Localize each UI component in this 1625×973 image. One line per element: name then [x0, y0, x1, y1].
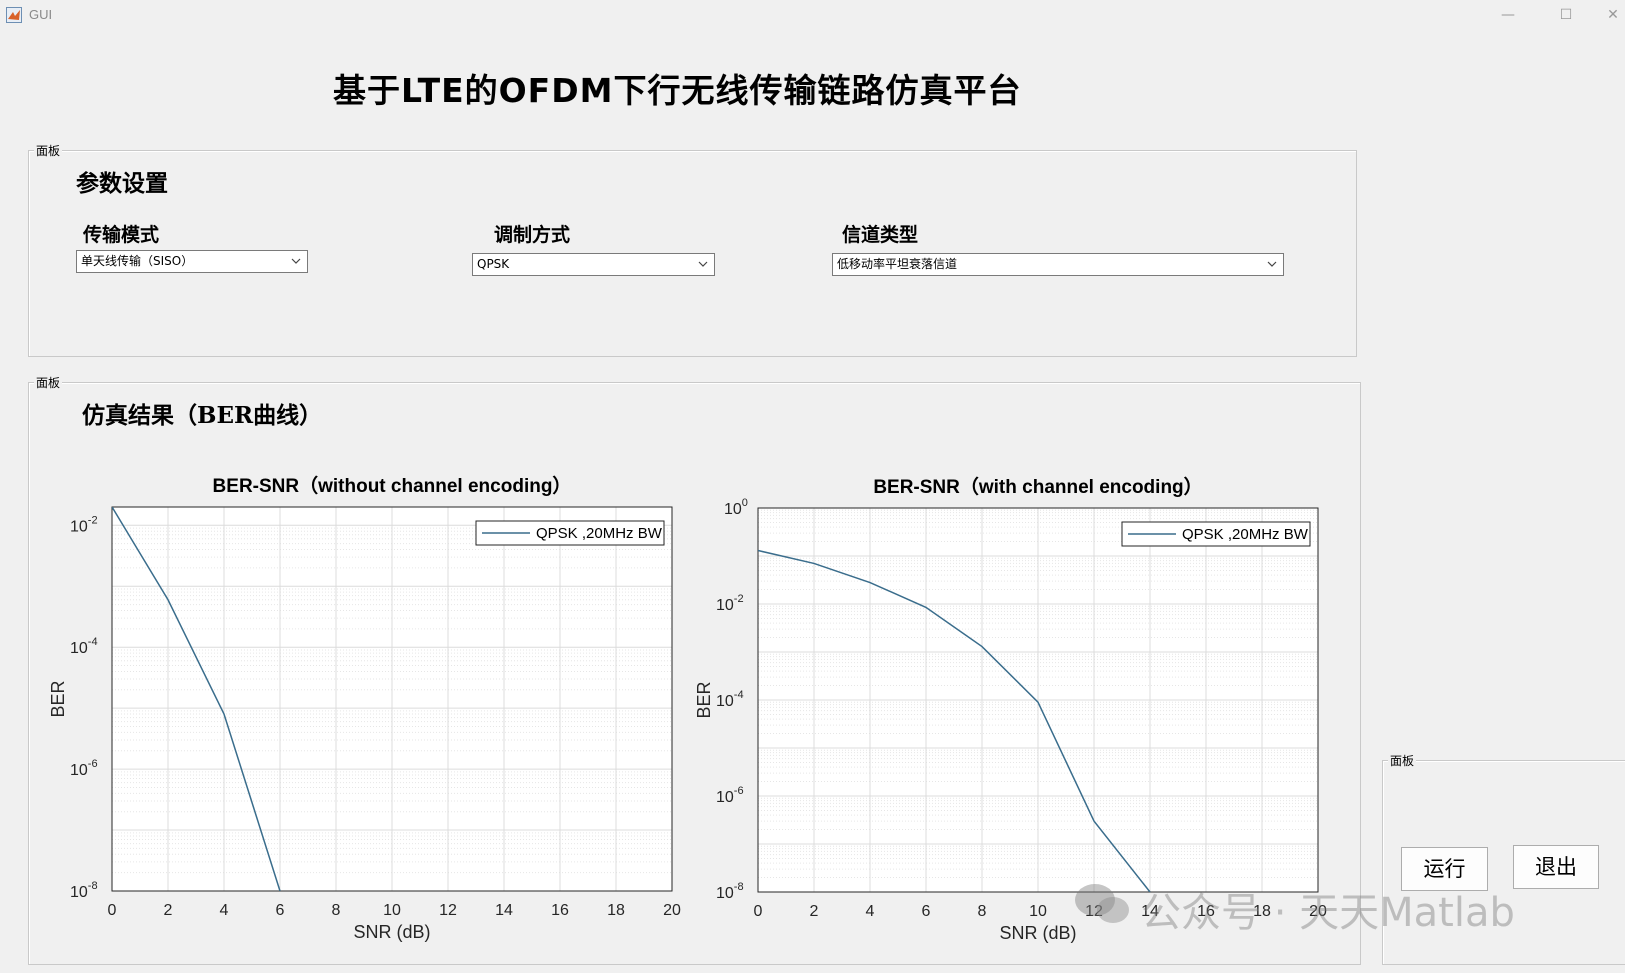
main-title: 基于LTE的OFDM下行无线传输链路仿真平台: [333, 71, 1022, 110]
channel-type-select[interactable]: 低移动率平坦衰落信道: [832, 253, 1284, 276]
x-tick-label: 10: [383, 902, 401, 919]
control-panel-label: 面板: [1388, 752, 1417, 769]
x-axis-label: SNR (dB): [353, 922, 430, 942]
params-panel-label: 面板: [34, 142, 63, 159]
x-tick-label: 4: [220, 902, 229, 919]
ber-chart-with-encoding: 0246810121416182010010-210-410-610-8SNR …: [694, 475, 1327, 943]
y-tick-label: 10-8: [70, 880, 98, 901]
x-tick-label: 4: [866, 903, 875, 920]
x-tick-label: 16: [551, 902, 569, 919]
x-tick-label: 12: [439, 902, 457, 919]
chart-title: BER-SNR（without channel encoding）: [213, 474, 572, 497]
y-tick-label: 10-2: [716, 593, 744, 614]
chart-title: BER-SNR（with channel encoding）: [873, 475, 1202, 498]
channel-type-value: 低移动率平坦衰落信道: [837, 257, 958, 271]
wechat-icon: [1073, 882, 1141, 936]
transmission-mode-label: 传输模式: [83, 224, 160, 246]
x-tick-label: 8: [332, 902, 341, 919]
y-tick-label: 100: [724, 497, 748, 518]
y-axis-label: BER: [694, 681, 714, 718]
y-tick-label: 10-6: [70, 758, 98, 779]
window-titlebar: GUI — ☐ ✕: [0, 0, 1625, 30]
params-heading: 参数设置: [76, 170, 168, 197]
y-tick-label: 10-6: [716, 785, 744, 806]
maximize-button[interactable]: ☐: [1551, 4, 1581, 26]
modulation-value: QPSK: [477, 257, 510, 271]
x-tick-label: 20: [663, 902, 681, 919]
chevron-down-icon: [291, 258, 301, 264]
window-title: GUI: [29, 7, 53, 22]
y-axis-label: BER: [48, 680, 68, 717]
results-heading: 仿真结果（BER曲线）: [82, 402, 323, 429]
x-tick-label: 10: [1029, 903, 1047, 920]
legend-label: QPSK ,20MHz BW: [1182, 526, 1309, 543]
chevron-down-icon: [698, 261, 708, 267]
y-tick-label: 10-2: [70, 514, 98, 535]
watermark-text: 公众号 · 天天Matlab: [1073, 880, 1515, 938]
x-tick-label: 2: [164, 902, 173, 919]
modulation-select[interactable]: QPSK: [472, 253, 715, 276]
x-axis-label: SNR (dB): [999, 923, 1076, 943]
x-tick-label: 14: [495, 902, 513, 919]
close-button[interactable]: ✕: [1603, 4, 1623, 26]
ber-chart-without-encoding: 0 2 4 6 8 10 12 14 16 18 20 10-2 10-4 10-6 10-8 SNR (dB…: [48, 474, 681, 942]
watermark-label: 公众号 · 天天Matlab: [1141, 890, 1515, 936]
x-tick-label: 0: [754, 903, 763, 920]
legend-label: QPSK ,20MHz BW: [536, 525, 663, 542]
exit-button[interactable]: 退出: [1513, 845, 1599, 889]
transmission-mode-select[interactable]: 单天线传输（SISO）: [76, 250, 308, 273]
channel-type-label: 信道类型: [842, 224, 919, 246]
matlab-app-icon: [6, 7, 22, 23]
minimize-button[interactable]: —: [1493, 4, 1523, 26]
y-tick-label: 10-8: [716, 881, 744, 902]
x-tick-label: 8: [978, 903, 987, 920]
chevron-down-icon: [1267, 261, 1277, 267]
x-tick-label: 6: [922, 903, 931, 920]
x-tick-label: 6: [276, 902, 285, 919]
x-tick-label: 2: [810, 903, 819, 920]
transmission-mode-value: 单天线传输（SISO）: [81, 254, 194, 268]
x-tick-label: 0: [108, 902, 117, 919]
x-tick-label: 18: [607, 902, 625, 919]
modulation-label: 调制方式: [494, 224, 571, 246]
results-panel-label: 面板: [34, 374, 63, 391]
y-tick-label: 10-4: [70, 636, 98, 657]
y-tick-label: 10-4: [716, 689, 744, 710]
